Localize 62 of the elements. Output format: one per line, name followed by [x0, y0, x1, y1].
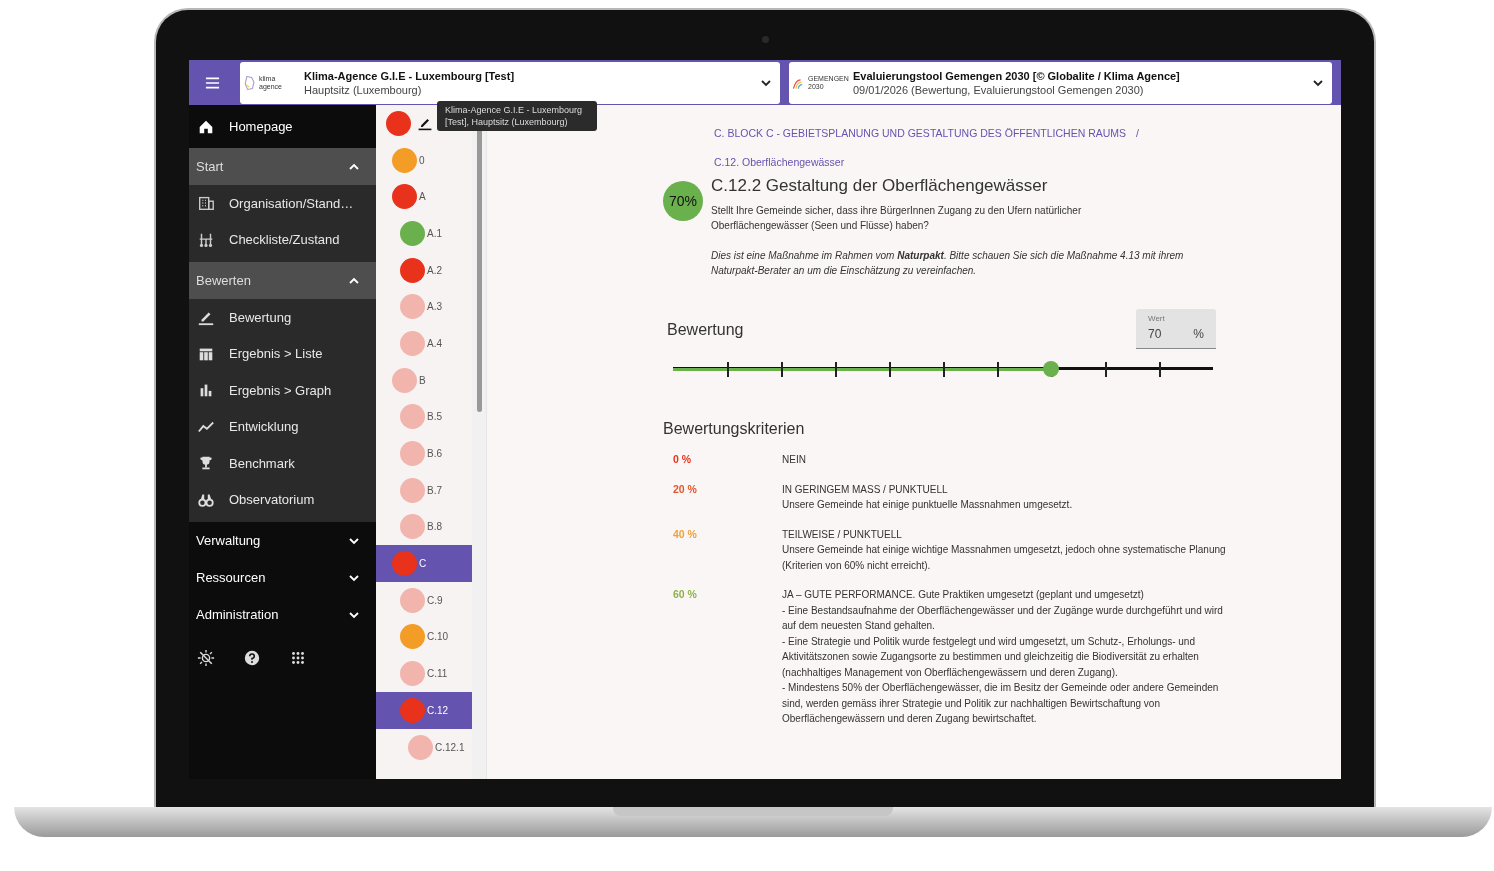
selector-title: Klima-Agence G.I.E - Luxembourg [Test] — [304, 69, 516, 82]
section-heading: Bewertung — [667, 321, 744, 339]
score-badge: 70% — [663, 181, 703, 221]
nav-link[interactable]: Homepage — [189, 105, 376, 148]
nav-link[interactable]: Entwicklung — [189, 408, 376, 445]
tree-item[interactable]: C.11 — [376, 655, 472, 692]
criterion-percent: 20 % — [673, 482, 697, 495]
building-icon — [197, 194, 215, 213]
question-title: C.12.2 Gestaltung der Oberflächengewässer — [711, 176, 1049, 196]
section-header[interactable]: Start — [189, 148, 376, 185]
nav-link[interactable]: Benchmark — [189, 445, 376, 482]
tree-item[interactable]: A.4 — [376, 325, 472, 362]
criterion-title: TEILWEISE / PUNKTUELL — [782, 527, 903, 542]
nav-link[interactable]: Bewertung — [189, 299, 376, 336]
tree-item[interactable]: A.2 — [376, 251, 472, 289]
section-heading: Bewertungskriterien — [663, 420, 806, 438]
question-text: Stellt Ihre Gemeinde sicher, dass ihre BürgerInnen Zugang zu den Ufern natürlicher Oberflächengewässer (Seen und Flüsse) haben? — [711, 204, 1083, 233]
nav-link[interactable]: Ergebnis > Graph — [189, 372, 376, 409]
sun-icon[interactable] — [197, 649, 215, 667]
selector-title: Evaluierungstool Gemengen 2030 [© Globalite / Klima Agence] — [853, 69, 1181, 82]
note-text: Dies ist eine Maßnahme im Rahmen vom Naturpakt. Bitte schauen Sie sich die Maßnahme 4.13 mit ihrem Naturpakt-Berater an um die Einschätzung zu vereinfachen. — [711, 249, 1185, 278]
camera-dot — [762, 36, 769, 43]
tree-item[interactable]: B.7 — [376, 471, 472, 509]
nav-link[interactable]: Organisation/Stand… — [189, 185, 376, 222]
criterion-text: Unsere Gemeinde hat einige wichtige Massnahmen umgesetzt, jedoch ohne systematische Planung (Kriterien von 60% nicht erreicht). — [782, 543, 1227, 573]
help-icon[interactable] — [243, 649, 261, 667]
breadcrumb-link[interactable]: C. BLOCK C - GEBIETSPLANUNG UND GESTALTUNG DES ÖFFENTLICHEN RAUMS — [714, 127, 1127, 139]
nav-link[interactable]: Checkliste/Zustand — [189, 221, 376, 258]
tree-item[interactable]: C.9 — [376, 581, 472, 619]
tree-item[interactable]: B.6 — [376, 435, 472, 472]
tree-item[interactable]: C.12 — [376, 692, 472, 729]
criterion-title: JA – GUTE PERFORMANCE. Gute Praktiken umgesetzt (geplant und umgesetzt) — [782, 588, 1145, 602]
tree-item[interactable]: B.5 — [376, 398, 472, 436]
tooltip: Klima-Agence G.I.E - Luxembourg [Test], Hauptsitz (Luxembourg) — [437, 101, 597, 131]
value-field[interactable]: Wert 70 % — [1136, 309, 1216, 349]
section-header[interactable]: Bewerten — [189, 262, 376, 299]
tree-item[interactable]: A.3 — [376, 288, 472, 326]
criterion-percent: 40 % — [673, 527, 697, 540]
tree-item[interactable]: A — [376, 178, 472, 216]
criterion-percent: 60 % — [673, 588, 697, 600]
tree-item[interactable]: B — [376, 361, 472, 399]
tree-item[interactable]: C.10 — [376, 618, 472, 656]
nav-link[interactable]: Observatorium — [189, 481, 376, 518]
criterion-percent: 0 % — [673, 453, 692, 465]
criterion-text: - Eine Bestandsaufnahme der Oberflächengewässer und der Zugänge wurde durchgeführt und wird auf dem neuesten Stand gehalten. - Eine Strategie und Politik wurde festgelegt und wird umgesetzt, um Schutz-, Erholungs- und Aktivitätszonen sowie Zugangsorte zu bestimmen und gleichzeitig die Biodiversität zu erhalten (nachhaltiges Management von Oberflächengewässern und deren Zugang). - Mindestens 50% der Oberflächengewässer, die im Besitz der Gemeinde oder andere Gemeinden sind, werden gemäss ihrer Strategie und Politik zur nachhaltigen Bewirtschaftung von Oberflächengewässern und deren Zugang bewirtschaftet. — [782, 603, 1224, 726]
tree-item[interactable]: B.8 — [376, 508, 472, 546]
apps-grid-icon[interactable] — [289, 649, 307, 667]
selector-subtitle: 09/01/2026 (Bewertung, Evaluierungstool Gemengen 2030) — [853, 83, 1145, 96]
tree-item[interactable]: C.12.1 — [376, 728, 472, 766]
criterion-text: Unsere Gemeinde hat einige punktuelle Massnahmen umgesetzt. — [782, 498, 1074, 512]
slider-thumb[interactable] — [1043, 361, 1059, 377]
criterion-title: NEIN — [782, 453, 807, 467]
selector-subtitle: Hauptsitz (Luxembourg) — [304, 83, 423, 96]
outline-map-icon — [242, 74, 258, 91]
breadcrumb-link[interactable]: C.12. Oberflächengewässer — [663, 156, 1221, 168]
criterion-title: IN GERINGEM MASS / PUNKTUELL — [782, 482, 949, 497]
tree-item[interactable]: A.1 — [376, 215, 472, 252]
tree-item[interactable]: 0 — [376, 141, 472, 179]
breadcrumb-separator: / — [1136, 127, 1139, 139]
menu-icon — [204, 76, 220, 89]
nav-link[interactable]: Ergebnis > Liste — [189, 335, 376, 372]
tree-item[interactable]: C — [376, 545, 472, 582]
